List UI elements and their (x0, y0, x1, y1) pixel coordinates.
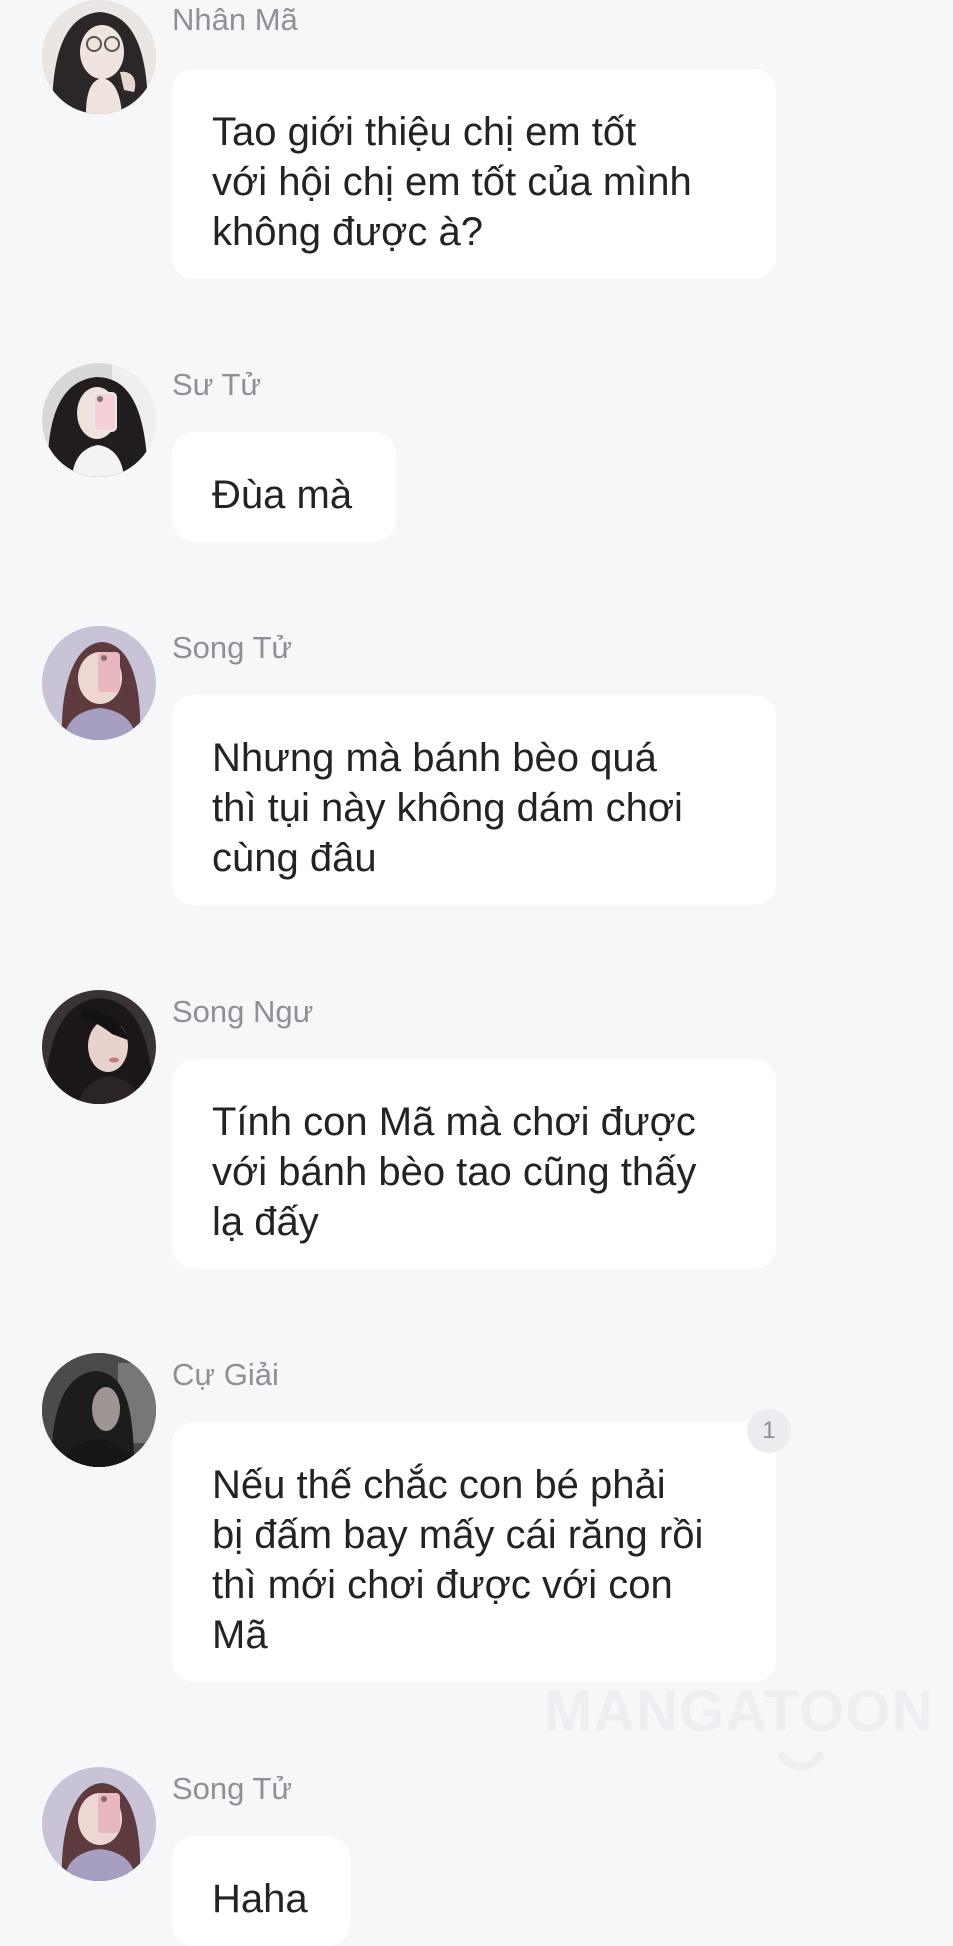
message-bubble[interactable]: Tao giới thiệu chị em tốt với hội chị em… (172, 69, 776, 279)
girl-phone-selfie-avatar-icon (42, 363, 156, 477)
message-bubble[interactable]: Tính con Mã mà chơi được với bánh bèo ta… (172, 1059, 776, 1269)
smile-logo-icon (778, 1752, 824, 1771)
girl-pink-phone-avatar-icon (42, 1767, 156, 1881)
girl-dark-hair-avatar-icon (42, 990, 156, 1104)
avatar[interactable] (42, 363, 156, 477)
avatar[interactable] (42, 1767, 156, 1881)
girl-pink-phone-avatar-icon (42, 626, 156, 740)
message-bubble[interactable]: Haha (172, 1836, 350, 1946)
message-bubble[interactable]: Đùa mà (172, 432, 396, 542)
message-bubble[interactable]: Nếu thế chắc con bé phải bị đấm bay mấy … (172, 1422, 776, 1682)
avatar[interactable] (42, 626, 156, 740)
watermark: MANGATOON (544, 1678, 933, 1778)
chat-thread[interactable]: Nhân Mã Tao giới thiệu chị em tốt với hộ… (0, 0, 953, 1946)
avatar[interactable] (42, 1353, 156, 1467)
sender-name: Song Tử (172, 630, 293, 665)
reaction-count-badge[interactable]: 1 (747, 1409, 791, 1453)
sender-name: Song Ngư (172, 994, 314, 1029)
girl-glasses-avatar-icon (42, 0, 156, 114)
message-bubble[interactable]: Nhưng mà bánh bèo quá thì tụi này không … (172, 695, 776, 905)
sender-name: Cự Giải (172, 1357, 279, 1392)
avatar[interactable] (42, 990, 156, 1104)
sender-name: Sư Tử (172, 367, 262, 402)
avatar[interactable] (42, 0, 156, 114)
dark-portrait-avatar-icon (42, 1353, 156, 1467)
sender-name: Nhân Mã (172, 2, 298, 37)
sender-name: Song Tử (172, 1771, 293, 1806)
